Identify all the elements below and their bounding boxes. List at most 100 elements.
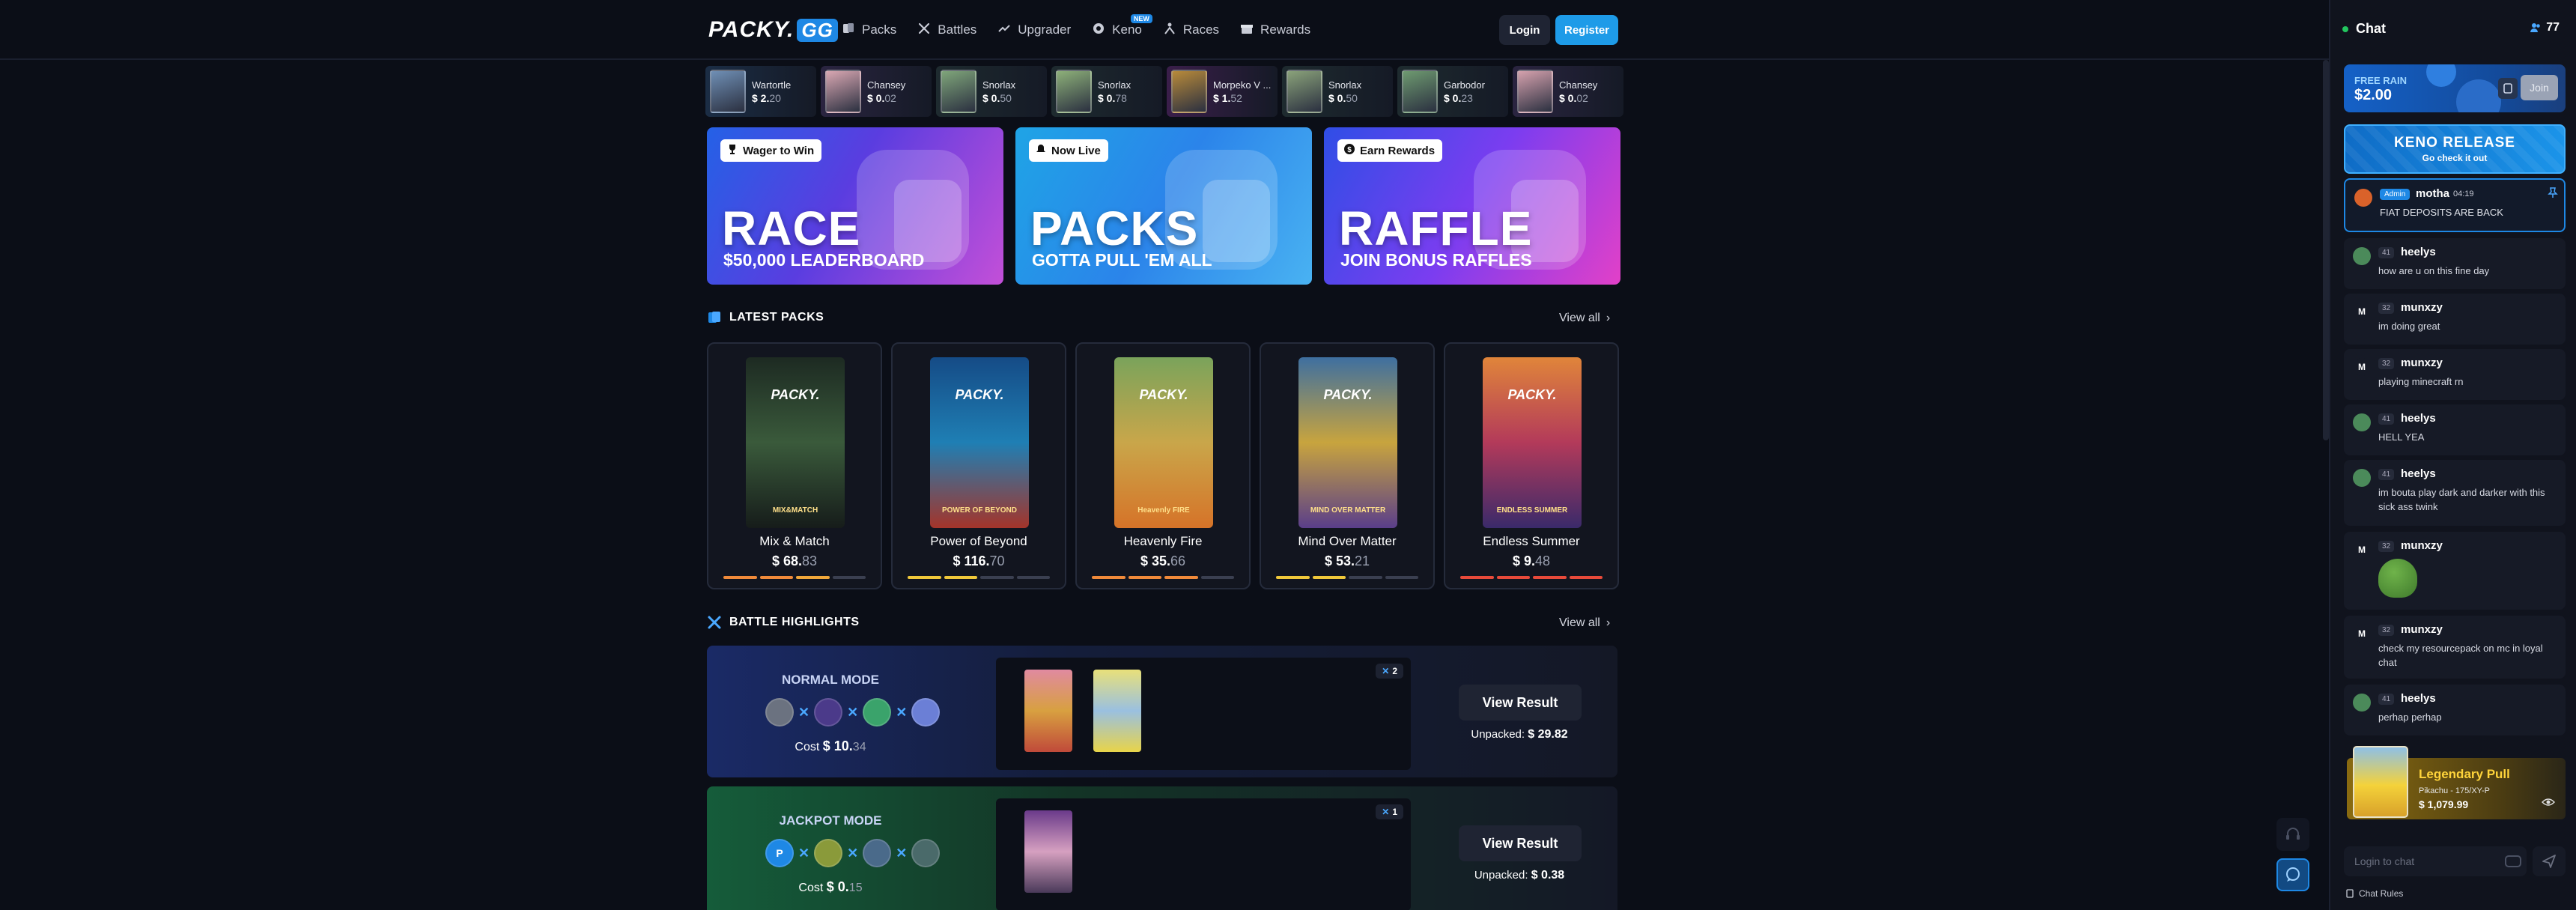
pack-image: PACKY. MIX&MATCH [746,357,845,528]
banner-title: RAFFLE [1339,201,1533,255]
level-badge: 32 [2378,541,2395,552]
send-icon [2542,855,2556,868]
ticker-item[interactable]: Snorlax $ 0.50 [1282,66,1393,117]
ticker-item[interactable]: Snorlax $ 0.78 [1051,66,1162,117]
legendary-pull-card[interactable]: Legendary Pull Pikachu - 175/XY-P $ 1,07… [2347,746,2566,819]
rarity-bar [1460,576,1603,579]
username[interactable]: motha [2416,187,2449,200]
ticker-item[interactable]: Garbodor $ 0.23 [1397,66,1508,117]
send-button[interactable] [2533,846,2566,876]
ticker-item[interactable]: Chansey $ 0.02 [821,66,932,117]
pack-card[interactable]: PACKY. MIND OVER MATTER Mind Over Matter $ … [1260,342,1435,589]
price-int: $ 2. [752,91,770,104]
eye-icon[interactable] [2542,797,2555,807]
username[interactable]: munxzy [2401,623,2443,636]
register-button[interactable]: Register [1555,15,1618,45]
chat-rules-link[interactable]: Chat Rules [2345,888,2403,899]
page-scrollbar[interactable] [2323,60,2329,440]
battle-packs: ✕ 2 [996,658,1411,770]
username[interactable]: munxzy [2401,357,2443,369]
chat-panel: Chat 77 FREE RAIN $2.00 Join KENO RELEAS… [2329,0,2576,910]
battle-card[interactable]: JACKPOT MODE P ✕ ✕ ✕ Cost $ 0.15 ✕ 1 View Result… [707,786,1617,910]
keno-title: KENO RELEASE [2394,135,2515,151]
avatar[interactable] [2353,413,2371,431]
battle-highlights-heading: BATTLE HIGHLIGHTS [707,615,860,630]
avatar [2354,189,2372,207]
price-dec: 20 [769,91,781,104]
ticker-item[interactable]: Morpeko V ... $ 1.52 [1167,66,1278,117]
rain-info-button[interactable] [2498,78,2518,99]
username[interactable]: munxzy [2401,539,2443,552]
username[interactable]: heelys [2401,412,2436,425]
ticker-info: Wartortle $ 2.20 [752,79,791,104]
keno-release-banner[interactable]: KENO RELEASE Go check it out [2344,124,2566,174]
pack-card[interactable]: PACKY. ENDLESS SUMMER Endless Summer $ 9.48 [1444,342,1619,589]
toggle-chat-button[interactable] [2276,858,2309,891]
pack-name: Mind Over Matter [1298,534,1397,548]
battle-highlights-view-all[interactable]: View all › [1559,616,1610,630]
site-logo[interactable]: PACKY. GG [708,17,838,42]
rain-amount: $2.00 [2354,87,2393,103]
login-button[interactable]: Login [1499,15,1550,45]
pack-card[interactable]: PACKY. POWER OF BEYOND Power of Beyond $ 11… [891,342,1066,589]
nav-races[interactable]: Races [1163,22,1219,39]
price-dec: 66 [1170,553,1186,568]
nav-upgrader[interactable]: Upgrader [997,22,1071,39]
rarity-segment [1164,576,1198,579]
banner-badge: Wager to Win [720,139,822,162]
rain-join-button[interactable]: Join [2521,75,2558,100]
promo-banner-raffle[interactable]: $ Earn Rewards RAFFLE JOIN BONUS RAFFLES [1324,127,1620,285]
banner-badge: $ Earn Rewards [1337,139,1443,162]
pack-card[interactable]: PACKY. MIX&MATCH Mix & Match $ 68.83 [707,342,882,589]
chat-input[interactable]: Login to chat [2344,846,2527,876]
view-result-button[interactable]: View Result [1459,685,1582,721]
ticker-item[interactable]: Snorlax $ 0.50 [936,66,1047,117]
battle-card[interactable]: NORMAL MODE ✕ ✕ ✕ Cost $ 10.34 ✕ 2 View Result U… [707,646,1617,777]
price-int: $ 10. [822,738,853,753]
avatar[interactable] [2353,694,2371,712]
avatar[interactable]: M [2353,303,2371,321]
price-dec: 78 [1115,91,1127,104]
ticker-item[interactable]: Wartortle $ 2.20 [705,66,816,117]
promo-banner-race[interactable]: Wager to Win RACE $50,000 LEADERBOARD [707,127,1003,285]
rarity-segment [1200,576,1234,579]
keno-subtitle: Go check it out [2422,153,2488,163]
pinned-message: Admin motha 04:19 FIAT DEPOSITS ARE BACK [2344,178,2566,232]
versus-icon: ✕ [798,704,810,720]
avatar[interactable]: M [2353,358,2371,376]
avatar[interactable] [2353,247,2371,265]
price-dec: 34 [852,741,866,753]
battle-mode: NORMAL MODE [781,673,879,687]
latest-packs-view-all[interactable]: View all › [1559,312,1610,325]
avatar [814,839,843,867]
chat-message: M 32 munxzy [2344,532,2566,610]
avatar [765,698,794,727]
battle-highlights-title: BATTLE HIGHLIGHTS [729,616,860,628]
card-price: $ 0.50 [982,92,1015,104]
nav-packs[interactable]: Packs [842,22,896,39]
avatar[interactable]: M [2353,541,2371,559]
support-button[interactable] [2276,818,2309,851]
level-badge: 32 [2378,358,2395,369]
username[interactable]: munxzy [2401,301,2443,314]
pack-card[interactable]: PACKY. Heavenly FIRE Heavenly Fire $ 35.66 [1075,342,1251,589]
nav-rewards[interactable]: Rewards [1240,22,1310,39]
username[interactable]: heelys [2401,246,2436,258]
username[interactable]: heelys [2401,692,2436,705]
message-time: 04:19 [2453,189,2474,198]
view-result-button[interactable]: View Result [1459,825,1582,861]
username[interactable]: heelys [2401,467,2436,480]
nav-battles[interactable]: Battles [917,22,976,39]
ticker-item[interactable]: Chansey $ 0.02 [1513,66,1623,117]
chat-message: M 32 munxzy im doing great [2344,294,2566,345]
banner-badge: Now Live [1029,139,1108,162]
pack-art-label: MIND OVER MATTER [1310,506,1386,515]
promo-banner-packs[interactable]: Now Live PACKS GOTTA PULL 'EM ALL [1015,127,1312,285]
price-int: $ 53. [1324,553,1355,568]
nav-keno[interactable]: Keno NEW [1092,13,1152,39]
pack-image: PACKY. ENDLESS SUMMER [1483,357,1582,528]
document-icon [2346,889,2354,898]
emoji-icon[interactable] [2504,854,2522,869]
avatar[interactable] [2353,469,2371,487]
avatar[interactable]: M [2353,625,2371,643]
